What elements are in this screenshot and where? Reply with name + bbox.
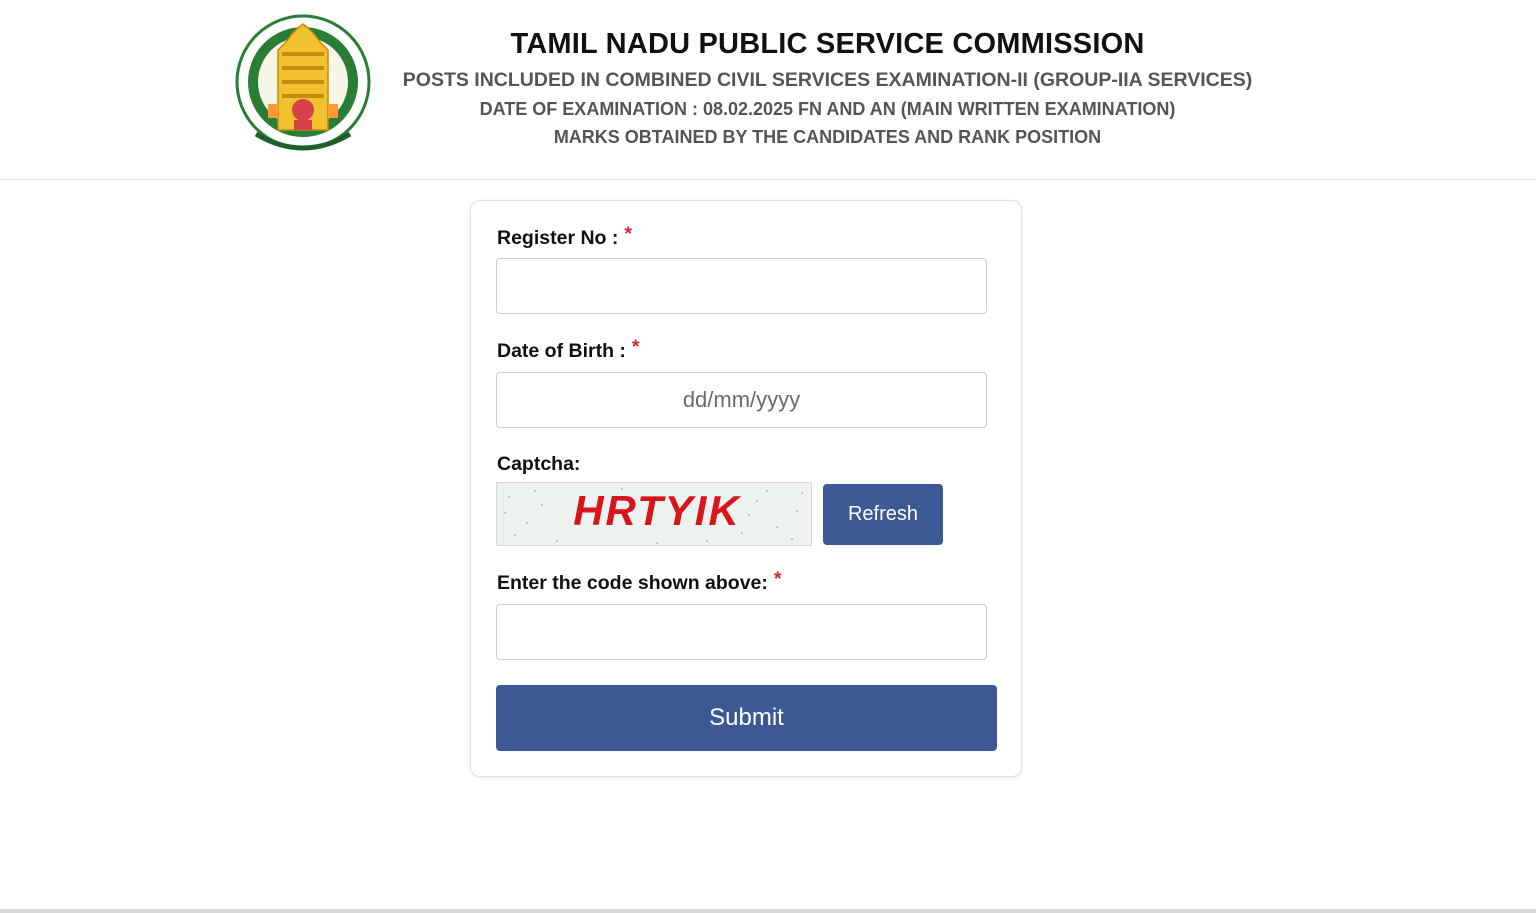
refresh-captcha-button[interactable]: Refresh xyxy=(823,484,943,545)
dob-label: Date of Birth : * xyxy=(497,336,640,362)
exam-posts-subtitle: POSTS INCLUDED IN COMBINED CIVIL SERVICE… xyxy=(402,69,1253,91)
tn-government-emblem-icon xyxy=(234,12,372,158)
register-no-label: Register No : * xyxy=(497,223,632,249)
captcha-text: HRTYIK xyxy=(573,487,741,534)
captcha-label: Captcha: xyxy=(497,453,581,475)
required-marker: * xyxy=(624,223,632,245)
page-title: TAMIL NADU PUBLIC SERVICE COMMISSION xyxy=(510,28,1145,60)
exam-date-subtitle: DATE OF EXAMINATION : 08.02.2025 FN AND … xyxy=(479,99,1176,119)
captcha-code-input[interactable] xyxy=(496,604,987,660)
register-no-input[interactable] xyxy=(496,258,987,314)
login-form-card: Register No :* Date of Birth :* Captcha:… xyxy=(470,200,1022,777)
bottom-divider xyxy=(0,909,1536,913)
submit-button[interactable]: Submit xyxy=(496,685,997,751)
page-header: TAMIL NADU PUBLIC SERVICE COMMISSION POS… xyxy=(0,0,1536,180)
dob-input[interactable] xyxy=(496,372,987,428)
captcha-code-label: Enter the code shown above: * xyxy=(497,568,782,594)
required-marker: * xyxy=(773,568,782,590)
captcha-image: HRTYIK xyxy=(496,482,812,546)
marks-rank-subtitle: MARKS OBTAINED BY THE CANDIDATES AND RAN… xyxy=(553,127,1102,147)
required-marker: * xyxy=(631,336,640,358)
